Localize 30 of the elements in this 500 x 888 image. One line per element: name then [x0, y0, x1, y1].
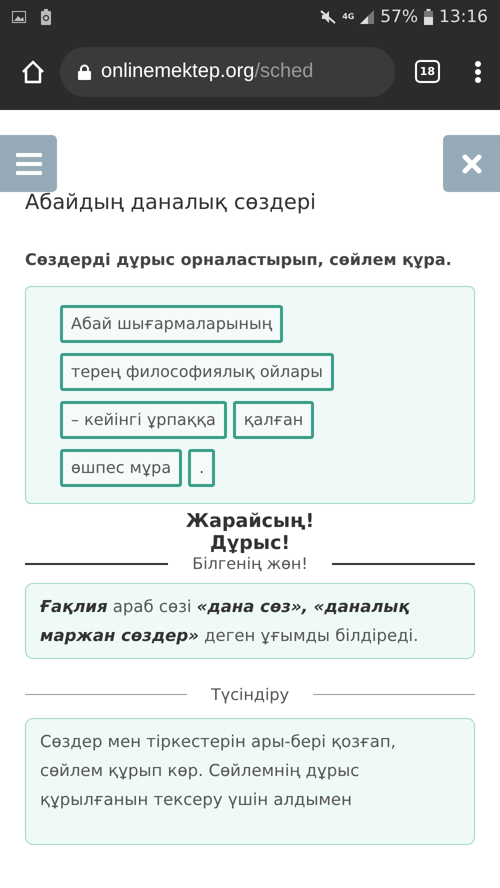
tab-count-button[interactable]: 18 [414, 60, 440, 83]
divider-label: Түсіндіру [210, 685, 290, 704]
battery-icon [424, 8, 433, 24]
address-bar[interactable]: onlinemektep.org/sched [60, 46, 395, 96]
more-icon[interactable] [474, 60, 482, 84]
feedback-text: Дұрыс! [208, 532, 292, 554]
image-icon [12, 10, 26, 22]
word-tile[interactable]: . [188, 449, 216, 487]
close-icon [462, 154, 482, 174]
divider-label: Білгенің жөн! [191, 554, 309, 573]
lock-icon [78, 64, 91, 80]
clock: 13:16 [439, 6, 488, 26]
word-tile[interactable]: Абай шығармаларының [60, 305, 284, 343]
task-instruction: Сөздерді дұрыс орналастырып, сөйлем құра. [25, 249, 453, 271]
explanation-text: Сөздер мен тіркестерін ары-бері қозғап, сөйлем құрып көр. Сөйлемнің дұрыс құрылғанын тексеру үшін алдымен [40, 731, 397, 811]
battery-percent: 57% [380, 6, 418, 26]
info-text: Ғақлия араб сөзі «дана сөз», «даналық маржан сөздер» деген ұғымды білдіреді. [40, 596, 420, 647]
home-icon[interactable] [20, 58, 46, 84]
lesson-title: Абайдың даналық сөздері [25, 190, 317, 214]
network-type: 4G [342, 12, 354, 20]
feedback-text: Жарайсың! [184, 510, 316, 532]
menu-icon [16, 152, 42, 174]
url-text: onlinemektep.org/sched [101, 60, 314, 83]
mute-icon [320, 10, 336, 24]
word-tile[interactable]: – кейінгі ұрпаққа [60, 401, 227, 439]
signal-icon [360, 10, 374, 24]
word-tile[interactable]: өшпес мұра [60, 449, 182, 487]
battery-saver-icon [40, 8, 52, 24]
word-tile[interactable]: терең философиялық ойлары [60, 353, 334, 391]
word-tile[interactable]: қалған [232, 401, 314, 439]
